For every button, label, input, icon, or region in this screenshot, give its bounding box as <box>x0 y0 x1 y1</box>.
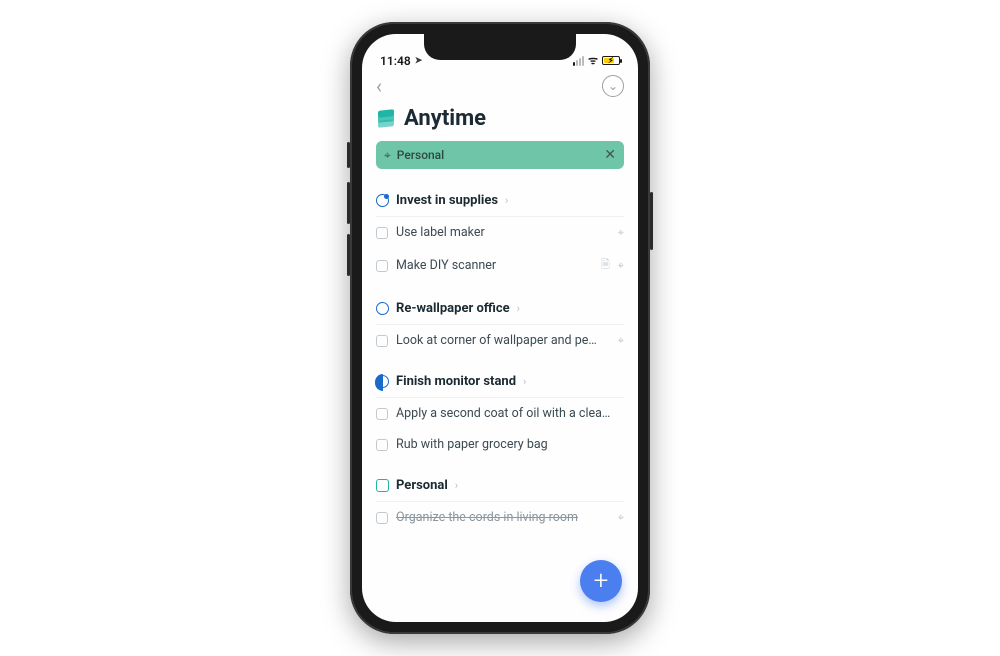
checkbox[interactable] <box>376 227 388 239</box>
tag-icon: ⌖ <box>384 148 391 163</box>
volume-down-button <box>347 234 350 276</box>
note-icon: 🗎 <box>601 256 610 275</box>
section-invest: Invest in supplies › Use label maker ⌖ M… <box>376 185 624 283</box>
chevron-right-icon: › <box>455 479 458 492</box>
project-progress-icon <box>376 375 389 388</box>
task-row[interactable]: Use label maker ⌖ <box>376 217 624 248</box>
filter-chip[interactable]: ⌖ Personal ✕ <box>376 141 624 169</box>
chevron-down-icon: ⌄ <box>608 79 618 93</box>
task-label: Make DIY scanner <box>396 258 593 273</box>
section-header[interactable]: Personal › <box>376 470 624 502</box>
section-header[interactable]: Re-wallpaper office › <box>376 293 624 325</box>
notch <box>424 34 576 60</box>
plus-icon: + <box>594 566 609 596</box>
page-title-row: Anytime <box>376 106 624 131</box>
chevron-right-icon: › <box>523 375 526 388</box>
task-row[interactable]: Look at corner of wallpaper and pe… ⌖ <box>376 325 624 356</box>
checkbox[interactable] <box>376 512 388 524</box>
checkbox[interactable] <box>376 439 388 451</box>
checkbox[interactable] <box>376 408 388 420</box>
section-header[interactable]: Finish monitor stand › <box>376 366 624 398</box>
task-label: Look at corner of wallpaper and pe… <box>396 333 610 348</box>
page-title: Anytime <box>404 106 486 131</box>
back-button[interactable]: ‹ <box>376 74 382 98</box>
task-row[interactable]: Make DIY scanner 🗎 ⌖ <box>376 248 624 283</box>
section-personal: Personal › Organize the cords in living … <box>376 470 624 533</box>
section-title: Personal <box>396 478 448 493</box>
battery-icon: ⚡︎ <box>602 56 620 65</box>
checkbox[interactable] <box>376 335 388 347</box>
volume-up-button <box>347 182 350 224</box>
task-row[interactable]: Apply a second coat of oil with a clea… <box>376 398 624 429</box>
task-label: Apply a second coat of oil with a clea… <box>396 406 624 421</box>
section-title: Invest in supplies <box>396 193 498 208</box>
screen: 11:48 ➤ ᯤ ⚡︎ ‹ ⌄ Anytime <box>362 34 638 622</box>
chevron-right-icon: › <box>517 302 520 315</box>
section-monitor: Finish monitor stand › Apply a second co… <box>376 366 624 460</box>
add-task-button[interactable]: + <box>580 560 622 602</box>
checkbox[interactable] <box>376 260 388 272</box>
section-title: Finish monitor stand <box>396 374 516 389</box>
area-icon <box>376 479 389 492</box>
tag-icon: ⌖ <box>618 334 624 348</box>
collapse-button[interactable]: ⌄ <box>602 75 624 97</box>
task-label: Organize the cords in living room <box>396 510 610 525</box>
task-row[interactable]: Organize the cords in living room ⌖ <box>376 502 624 533</box>
section-title: Re-wallpaper office <box>396 301 510 316</box>
phone-frame: 11:48 ➤ ᯤ ⚡︎ ‹ ⌄ Anytime <box>350 22 650 634</box>
anytime-icon <box>376 109 396 129</box>
section-header[interactable]: Invest in supplies › <box>376 185 624 217</box>
chevron-right-icon: › <box>505 194 508 207</box>
tag-icon: ⌖ <box>618 226 624 240</box>
status-time: 11:48 <box>380 54 411 68</box>
nav-bar: ‹ ⌄ <box>362 70 638 102</box>
mute-switch <box>347 142 350 168</box>
content-area[interactable]: Anytime ⌖ Personal ✕ Invest in supplies … <box>362 102 638 622</box>
power-button <box>650 192 653 250</box>
project-progress-icon <box>376 194 389 207</box>
task-label: Use label maker <box>396 225 610 240</box>
filter-clear-button[interactable]: ✕ <box>604 147 616 163</box>
filter-label: Personal <box>397 148 444 162</box>
tag-icon: ⌖ <box>618 259 624 273</box>
section-wallpaper: Re-wallpaper office › Look at corner of … <box>376 293 624 356</box>
cellular-icon <box>573 56 584 66</box>
location-icon: ➤ <box>415 56 423 66</box>
task-row[interactable]: Rub with paper grocery bag <box>376 429 624 460</box>
project-progress-icon <box>376 302 389 315</box>
tag-icon: ⌖ <box>618 511 624 525</box>
task-label: Rub with paper grocery bag <box>396 437 624 452</box>
wifi-icon: ᯤ <box>588 53 598 68</box>
